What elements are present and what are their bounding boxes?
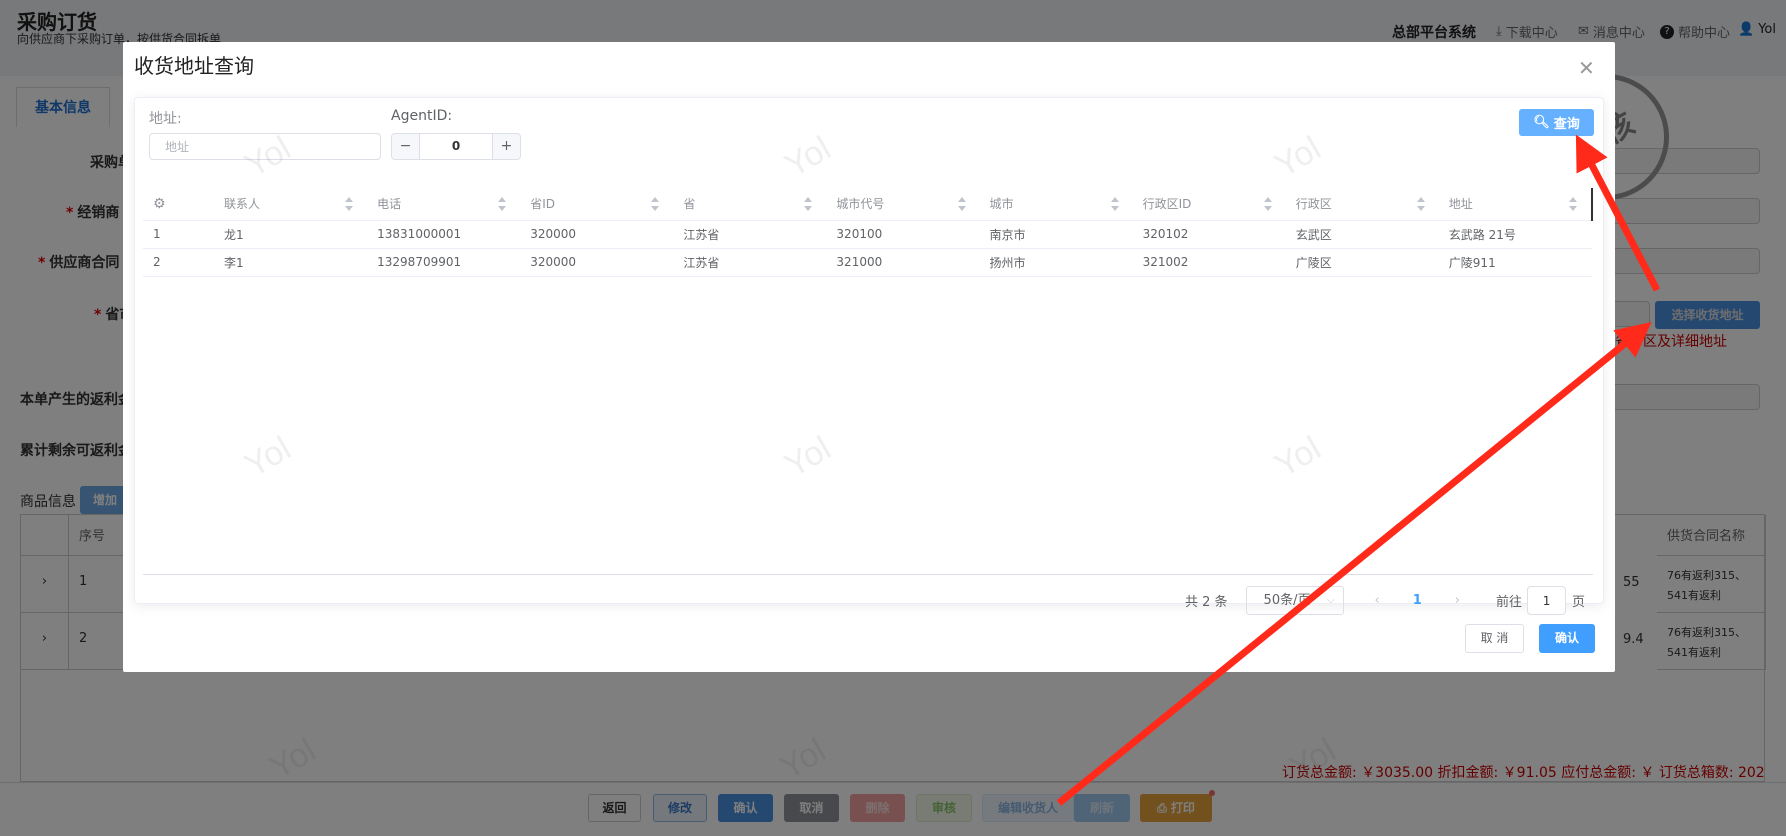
- annotation-arrows: [1056, 134, 1661, 806]
- arrow-to-query-button: [1575, 134, 1661, 292]
- arrow-to-select-address-button: [1056, 321, 1652, 806]
